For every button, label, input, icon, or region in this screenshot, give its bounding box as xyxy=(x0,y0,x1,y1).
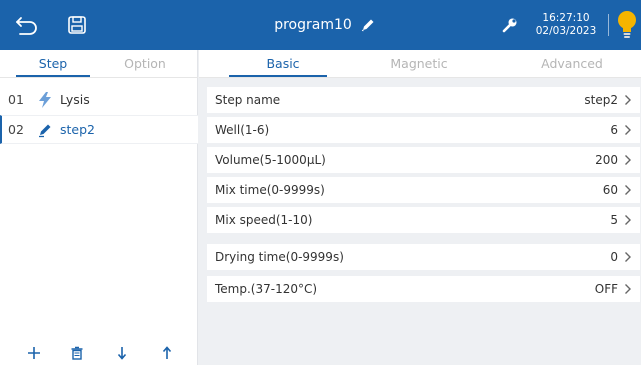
chevron-right-icon xyxy=(624,154,632,166)
clock-date: 02/03/2023 xyxy=(535,25,597,37)
tab-step[interactable]: Step xyxy=(18,50,88,78)
tab-step-indicator xyxy=(16,75,90,77)
param-label: Mix time(0-9999s) xyxy=(215,183,325,197)
param-row-mix-speed[interactable]: Mix speed(1-10) 5 xyxy=(207,207,640,233)
header-divider xyxy=(608,14,609,36)
program-title[interactable]: program10 xyxy=(250,0,400,50)
chevron-right-icon xyxy=(624,94,632,106)
back-icon[interactable] xyxy=(10,0,44,50)
clock-time: 16:27:10 xyxy=(542,12,590,24)
top-bar: program10 16:27:10 02/03/2023 xyxy=(0,0,641,50)
lightning-icon xyxy=(34,91,56,109)
step-label: step2 xyxy=(60,122,95,137)
param-value: 200 xyxy=(595,153,618,167)
step-number: 01 xyxy=(8,92,24,107)
left-tabs: Step Option xyxy=(0,50,198,78)
edit-icon xyxy=(361,19,374,32)
param-row-step-name[interactable]: Step name step2 xyxy=(207,87,640,113)
delete-icon[interactable] xyxy=(64,342,90,364)
param-row-temperature[interactable]: Temp.(37-120°C) OFF xyxy=(207,276,640,302)
chevron-right-icon xyxy=(624,283,632,295)
chevron-right-icon xyxy=(624,184,632,196)
param-row-well[interactable]: Well(1-6) 6 xyxy=(207,117,640,143)
tab-basic-indicator xyxy=(229,75,327,77)
param-row-mix-time[interactable]: Mix time(0-9999s) 60 xyxy=(207,177,640,203)
arrow-down-icon[interactable] xyxy=(109,342,135,364)
param-value: 6 xyxy=(610,123,618,137)
tab-basic[interactable]: Basic xyxy=(239,50,327,78)
param-label: Step name xyxy=(215,93,281,107)
tab-magnetic[interactable]: Magnetic xyxy=(364,50,474,78)
param-row-drying-time[interactable]: Drying time(0-9999s) 0 xyxy=(207,244,640,270)
lightbulb-icon[interactable] xyxy=(616,9,638,41)
param-value: 60 xyxy=(602,183,618,197)
step-panel: Step Option 01 Lysis 02 step2 xyxy=(0,50,198,365)
chevron-right-icon xyxy=(624,124,632,136)
param-value: OFF xyxy=(594,282,618,296)
param-label: Mix speed(1-10) xyxy=(215,213,313,227)
right-tabs: Basic Magnetic Advanced xyxy=(199,50,641,78)
step-label: Lysis xyxy=(60,92,90,107)
program-name: program10 xyxy=(274,17,352,33)
chevron-right-icon xyxy=(624,214,632,226)
param-label: Well(1-6) xyxy=(215,123,270,137)
step-number: 02 xyxy=(8,122,24,137)
param-value: step2 xyxy=(584,93,618,107)
chevron-right-icon xyxy=(624,251,632,263)
add-icon[interactable] xyxy=(21,342,47,364)
param-row-volume[interactable]: Volume(5-1000µL) 200 xyxy=(207,147,640,173)
step-item-step2[interactable]: 02 step2 xyxy=(0,115,198,144)
wrench-icon[interactable] xyxy=(498,0,522,50)
param-label: Temp.(37-120°C) xyxy=(215,282,318,296)
step-item-lysis[interactable]: 01 Lysis xyxy=(0,85,198,114)
pencil-icon xyxy=(34,121,56,139)
step-actions xyxy=(0,336,198,365)
param-value: 5 xyxy=(610,213,618,227)
param-label: Volume(5-1000µL) xyxy=(215,153,326,167)
tab-option[interactable]: Option xyxy=(110,50,180,78)
save-icon[interactable] xyxy=(60,0,94,50)
arrow-up-icon[interactable] xyxy=(154,342,180,364)
param-label: Drying time(0-9999s) xyxy=(215,250,344,264)
param-value: 0 xyxy=(610,250,618,264)
clock: 16:27:10 02/03/2023 xyxy=(527,12,605,38)
tab-advanced[interactable]: Advanced xyxy=(517,50,627,78)
